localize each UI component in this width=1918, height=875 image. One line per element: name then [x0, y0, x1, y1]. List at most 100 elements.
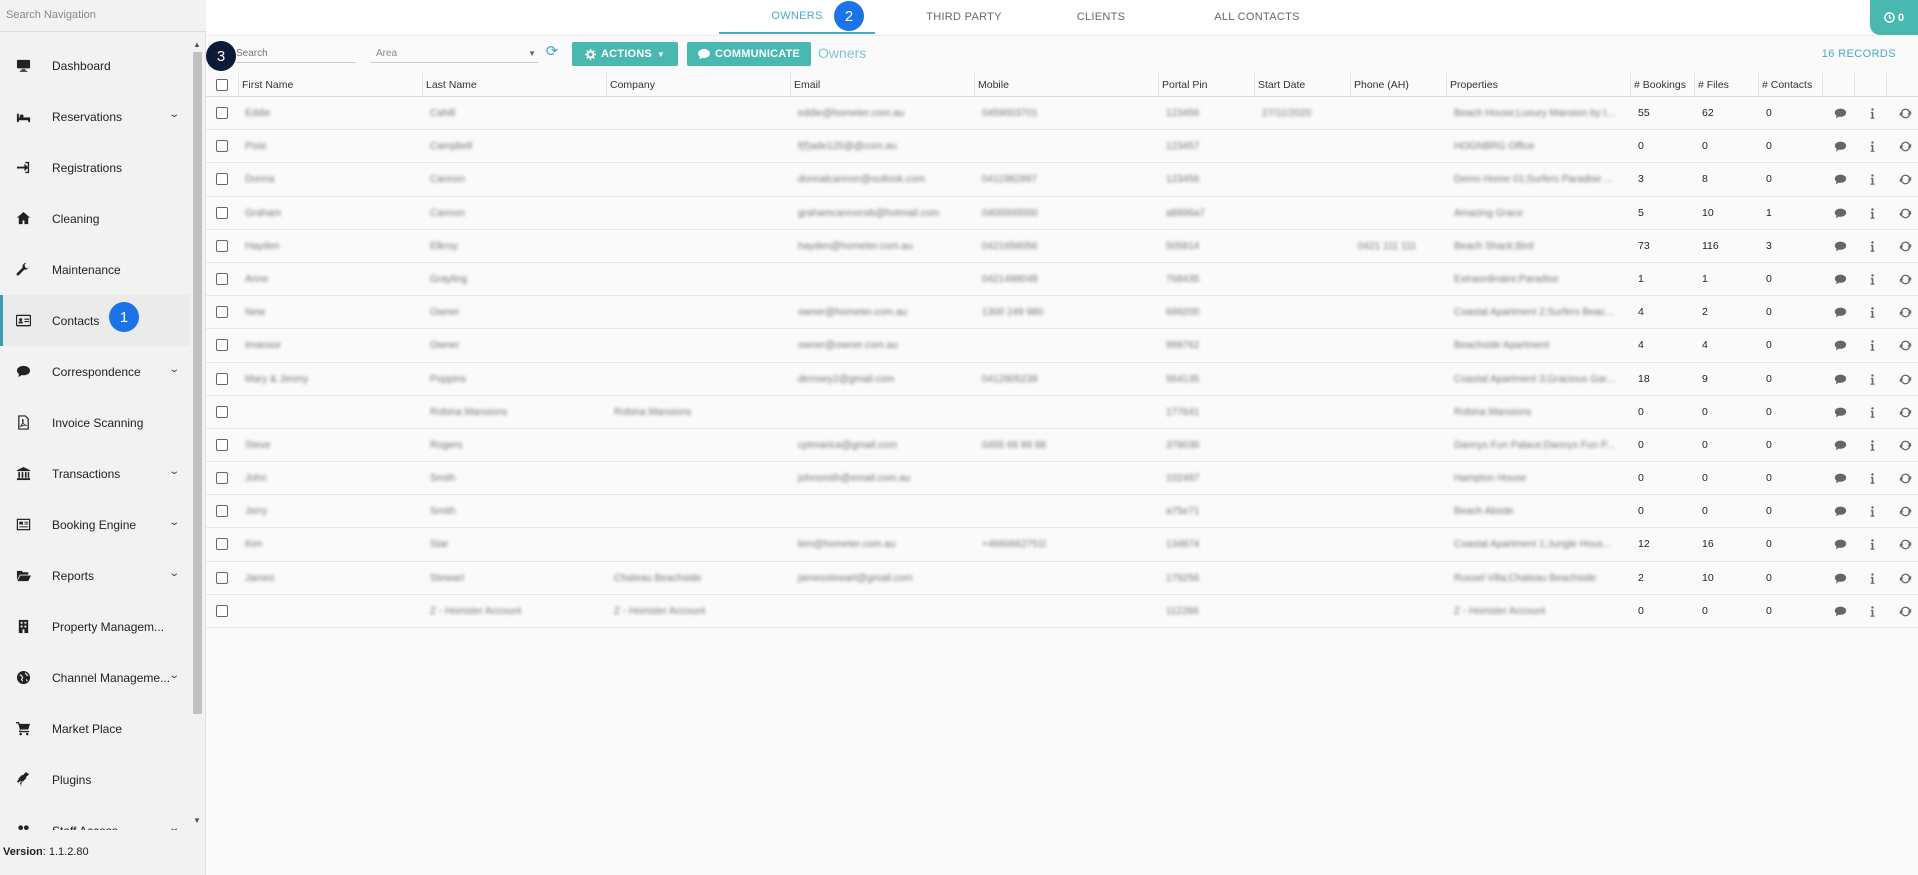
- scroll-down-arrow-icon[interactable]: ▼: [193, 816, 201, 825]
- area-select[interactable]: Area ▼: [370, 45, 538, 63]
- info-icon[interactable]: [1861, 163, 1883, 196]
- sidebar-item-transactions[interactable]: Transactions ⌄: [0, 448, 190, 499]
- row-checkbox[interactable]: [216, 505, 228, 518]
- sidebar-item-dashboard[interactable]: Dashboard: [0, 40, 190, 91]
- col-contacts[interactable]: # Contacts: [1758, 73, 1822, 97]
- sync-icon[interactable]: [1894, 130, 1916, 163]
- row-checkbox[interactable]: [216, 405, 228, 418]
- col-portal-pin[interactable]: Portal Pin: [1158, 73, 1248, 97]
- info-icon[interactable]: [1861, 495, 1883, 528]
- table-row[interactable]: Robina Mansions Robina Mansions 177641 Robi…: [206, 395, 1918, 429]
- message-icon[interactable]: [1829, 130, 1851, 163]
- tab-clients[interactable]: CLIENTS: [1056, 0, 1146, 34]
- table-row[interactable]: Imansor Owner owner@owner.com.au 999762 Beac…: [206, 329, 1918, 363]
- col-company[interactable]: Company: [606, 73, 786, 97]
- col-last-name[interactable]: Last Name: [422, 73, 582, 97]
- message-icon[interactable]: [1829, 595, 1851, 628]
- row-checkbox[interactable]: [216, 472, 228, 485]
- communicate-button[interactable]: COMMUNICATE: [687, 42, 811, 66]
- sync-icon[interactable]: [1894, 329, 1916, 362]
- sidebar-item-booking-engine[interactable]: Booking Engine ⌄: [0, 499, 190, 550]
- info-icon[interactable]: [1861, 429, 1883, 462]
- sync-icon[interactable]: [1894, 462, 1916, 495]
- sidebar-item-cleaning[interactable]: Cleaning: [0, 193, 190, 244]
- nav-search-input[interactable]: [0, 0, 206, 30]
- sidebar-item-maintenance[interactable]: Maintenance: [0, 244, 190, 295]
- row-checkbox[interactable]: [216, 538, 228, 551]
- message-icon[interactable]: [1829, 296, 1851, 329]
- table-row[interactable]: Z - Homster Account Z - Homster Account 11…: [206, 594, 1918, 628]
- col-files[interactable]: # Files: [1694, 73, 1758, 97]
- sidebar-item-contacts[interactable]: Contacts: [0, 295, 190, 346]
- sidebar-item-reports[interactable]: Reports ⌄: [0, 550, 190, 601]
- info-icon[interactable]: [1861, 97, 1883, 130]
- message-icon[interactable]: [1829, 263, 1851, 296]
- chevron-down-icon[interactable]: ⌄: [168, 568, 180, 579]
- col-phone-ah[interactable]: Phone (AH): [1350, 73, 1440, 97]
- table-row[interactable]: Eddie Cahill eddie@hometer.com.au 045900370…: [206, 97, 1918, 131]
- row-checkbox[interactable]: [216, 571, 228, 584]
- actions-button[interactable]: ACTIONS ▼: [572, 42, 678, 66]
- col-start-date[interactable]: Start Date: [1254, 73, 1344, 97]
- chevron-down-icon[interactable]: ⌄: [168, 364, 180, 375]
- sidebar-item-market-place[interactable]: Market Place: [0, 703, 190, 754]
- chevron-down-icon[interactable]: ⌄: [168, 823, 180, 830]
- scroll-up-arrow-icon[interactable]: ▲: [193, 40, 201, 49]
- message-icon[interactable]: [1829, 97, 1851, 130]
- sync-icon[interactable]: [1894, 363, 1916, 396]
- sidebar-item-staff-access[interactable]: Staff Access ⌄: [0, 805, 190, 830]
- sidebar-item-channel-manageme[interactable]: Channel Manageme... ⌄: [0, 652, 190, 703]
- sync-icon[interactable]: [1894, 296, 1916, 329]
- table-row[interactable]: John Smith johnsmith@email.com.au 102497 Ham…: [206, 462, 1918, 496]
- table-row[interactable]: Pixie Campbell f(f)ade125@@com.au 123457 HOG…: [206, 130, 1918, 164]
- sidebar-item-invoice-scanning[interactable]: Invoice Scanning: [0, 397, 190, 448]
- table-row[interactable]: Anne Grayling 0421498048 768435 Extraordinai…: [206, 262, 1918, 297]
- sync-icon[interactable]: [1894, 595, 1916, 628]
- table-row[interactable]: James Stewart Chateau Beachside jamesstewar…: [206, 561, 1918, 595]
- sync-icon[interactable]: [1894, 163, 1916, 196]
- chevron-down-icon[interactable]: ⌄: [168, 517, 180, 528]
- scrollbar-thumb[interactable]: [193, 52, 202, 714]
- row-checkbox[interactable]: [216, 372, 228, 385]
- sync-icon[interactable]: [1894, 197, 1916, 230]
- info-icon[interactable]: [1861, 363, 1883, 396]
- sidebar-item-property-managem[interactable]: Property Managem...: [0, 601, 190, 652]
- message-icon[interactable]: [1829, 528, 1851, 561]
- col-bookings[interactable]: # Bookings: [1630, 73, 1694, 97]
- message-icon[interactable]: [1829, 363, 1851, 396]
- message-icon[interactable]: [1829, 495, 1851, 528]
- sidebar-item-reservations[interactable]: Reservations ⌄: [0, 91, 190, 142]
- sync-icon[interactable]: [1894, 230, 1916, 263]
- row-checkbox[interactable]: [216, 272, 228, 285]
- chevron-down-icon[interactable]: ⌄: [168, 466, 180, 477]
- info-icon[interactable]: [1861, 396, 1883, 429]
- row-checkbox[interactable]: [216, 339, 228, 352]
- col-mobile[interactable]: Mobile: [974, 73, 1154, 97]
- message-icon[interactable]: [1829, 329, 1851, 362]
- sync-icon[interactable]: [1894, 495, 1916, 528]
- table-row[interactable]: Donna Cannon donnalcannon@outlook.com 04119…: [206, 163, 1918, 197]
- sidebar-item-plugins[interactable]: Plugins: [0, 754, 190, 805]
- row-checkbox[interactable]: [216, 438, 228, 451]
- info-icon[interactable]: [1861, 528, 1883, 561]
- sidebar-item-registrations[interactable]: Registrations: [0, 142, 190, 193]
- sidebar-item-correspondence[interactable]: Correspondence ⌄: [0, 346, 190, 397]
- row-checkbox[interactable]: [216, 239, 228, 252]
- info-icon[interactable]: [1861, 329, 1883, 362]
- row-checkbox[interactable]: [216, 140, 228, 153]
- table-row[interactable]: New Owner owner@hometer.com.au 1300 249 980…: [206, 296, 1918, 330]
- sync-icon[interactable]: [1894, 429, 1916, 462]
- timer-button[interactable]: 0: [1870, 0, 1918, 35]
- sync-icon[interactable]: [1894, 263, 1916, 296]
- message-icon[interactable]: [1829, 462, 1851, 495]
- row-checkbox[interactable]: [216, 107, 228, 119]
- tab-all-contacts[interactable]: ALL CONTACTS: [1202, 0, 1312, 34]
- col-email[interactable]: Email: [790, 73, 970, 97]
- row-checkbox[interactable]: [216, 173, 228, 186]
- info-icon[interactable]: [1861, 230, 1883, 263]
- search-input[interactable]: [236, 45, 356, 63]
- sync-icon[interactable]: [1894, 97, 1916, 130]
- message-icon[interactable]: [1829, 429, 1851, 462]
- tab-third-party[interactable]: THIRD PARTY: [906, 0, 1022, 34]
- message-icon[interactable]: [1829, 396, 1851, 429]
